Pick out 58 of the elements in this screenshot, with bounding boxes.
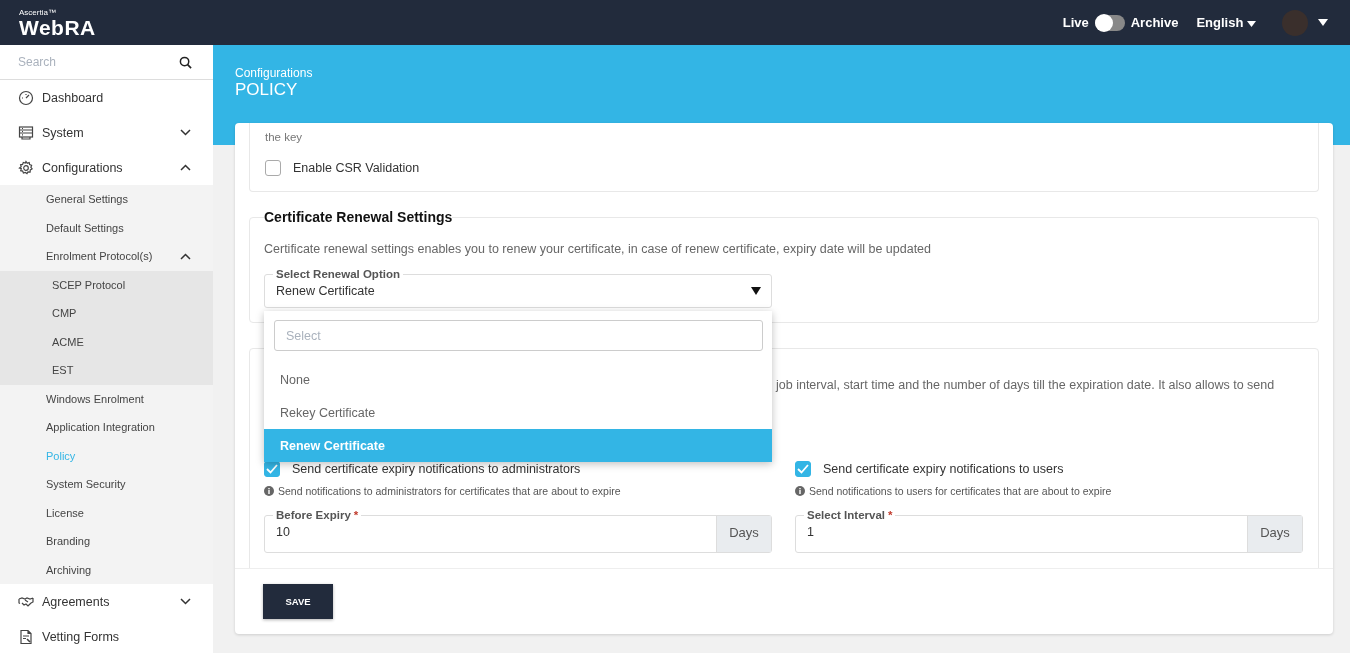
nav-subitem[interactable]: SCEP Protocol [0,270,213,299]
nav-subitem[interactable]: License [0,498,213,527]
dropdown-option[interactable]: None [264,363,772,396]
field-label: Select Interval * [804,508,896,522]
nav-item[interactable]: Dashboard [0,80,213,115]
breadcrumb: Configurations [235,66,314,80]
nav-subitem[interactable]: Branding [0,527,213,556]
field-label: Select Renewal Option [273,267,403,281]
section-title: Certificate Renewal Settings [264,209,453,225]
info-icon [264,486,274,496]
info-icon [795,486,805,496]
caret-icon [751,287,761,295]
description-text: the key [265,130,304,144]
archive-label: Archive [1130,15,1179,30]
nav-subitem[interactable]: Enrolment Protocol(s) [0,242,213,271]
select-value: Renew Certificate [276,284,375,298]
unit-addon: Days [716,516,771,552]
nav-icon [18,124,34,141]
nav-icon [18,628,34,645]
checkbox-label: Enable CSR Validation [293,161,420,175]
nav-icon [18,89,34,106]
hint-text: Send notifications to users for certificates that are about to expire [809,485,1112,497]
language-dropdown[interactable]: English [1196,15,1256,30]
description-text: Certificate renewal settings enables you to renew your certificate, in case of renew certificate, expiry date will be updated [264,242,932,256]
field-label: Before Expiry * [273,508,362,522]
dropdown-search-field[interactable]: Select [274,320,763,351]
nav-subitem[interactable]: General Settings [0,185,213,214]
mode-toggle[interactable] [1094,14,1125,31]
hint-text: Send notifications to administrators for certificates that are about to expire [278,485,621,497]
nav-subitem[interactable]: ACME [0,327,213,356]
nav-subitem[interactable]: Windows Enrolment [0,384,213,413]
nav-subitem[interactable]: CMP [0,299,213,328]
page-title: POLICY [235,80,299,100]
nav-item[interactable]: Vetting Forms [0,619,213,653]
checkbox[interactable] [795,461,811,477]
nav-subitem[interactable]: EST [0,356,213,385]
search-icon[interactable] [179,55,192,69]
nav-subitem[interactable]: Default Settings [0,213,213,242]
description-text: job interval, start time and the number of days till the expiration date. It also allows to send [776,378,1275,392]
checkbox-label: Send certificate expiry notifications to users [823,462,1064,476]
nav-subitem[interactable]: Application Integration [0,413,213,442]
nav-subitem[interactable]: Archiving [0,555,213,584]
brand-tagline: Ascertia™ [19,8,57,17]
nav-icon [18,159,34,176]
live-label: Live [1062,15,1089,30]
unit-addon: Days [1247,516,1302,552]
save-button[interactable]: SAVE [263,584,333,619]
nav-item[interactable]: Configurations [0,150,213,185]
nav-subitem[interactable]: System Security [0,470,213,499]
caret-icon[interactable] [1318,19,1328,26]
brand-logo: WebRA [19,17,96,39]
dropdown-option[interactable]: Rekey Certificate [264,396,772,429]
field-value: 1 [806,524,815,541]
checkbox[interactable] [265,160,281,176]
nav-item[interactable]: System [0,115,213,150]
nav-item[interactable]: Agreements [0,584,213,619]
checkbox-label: Send certificate expiry notifications to administrators [292,462,581,476]
caret-icon [1247,21,1256,27]
